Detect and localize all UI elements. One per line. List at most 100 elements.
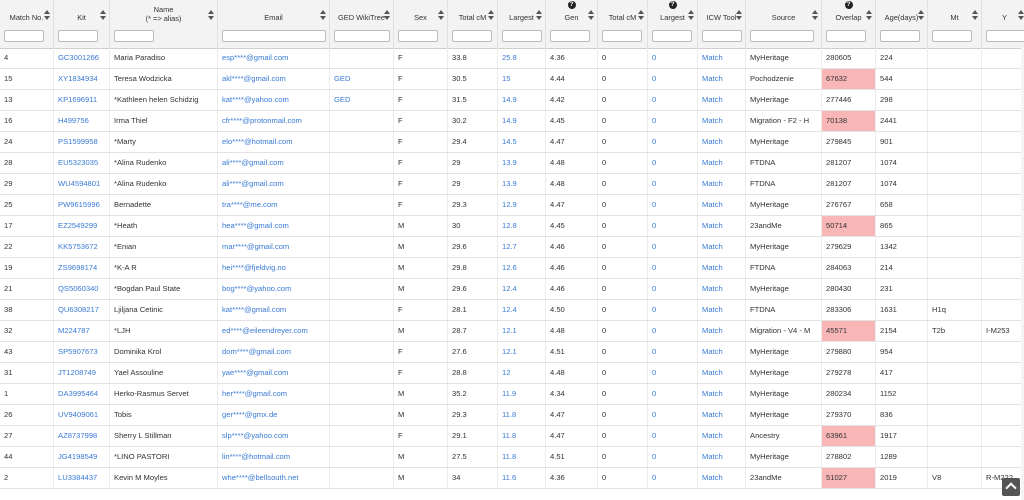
column-header-largest2[interactable]: ? Largest	[648, 0, 698, 48]
cell-largest[interactable]: 11.9	[498, 384, 546, 404]
filter-input-match-no[interactable]	[4, 30, 44, 42]
sort-icon[interactable]	[100, 10, 106, 24]
cell-email[interactable]: hea****@gmail.com	[218, 216, 330, 236]
cell-ged[interactable]: GED	[330, 90, 394, 110]
cell-kit[interactable]: M224787	[54, 321, 110, 341]
cell-kit[interactable]: WU4594801	[54, 174, 110, 194]
sort-icon[interactable]	[1018, 10, 1024, 24]
column-header-largest[interactable]: Largest	[498, 0, 546, 48]
filter-input-email[interactable]	[222, 30, 326, 42]
cell-largest2[interactable]: 0	[648, 132, 698, 152]
cell-largest2[interactable]: 0	[648, 153, 698, 173]
cell-largest2[interactable]: 0	[648, 342, 698, 362]
cell-icw[interactable]: Match	[698, 111, 746, 131]
cell-largest[interactable]: 15	[498, 69, 546, 89]
cell-kit[interactable]: KK5753672	[54, 237, 110, 257]
cell-largest2[interactable]: 0	[648, 237, 698, 257]
cell-email[interactable]: mar****@gmail.com	[218, 237, 330, 257]
cell-email[interactable]: ed****@eileendreyer.com	[218, 321, 330, 341]
cell-largest2[interactable]: 0	[648, 48, 698, 68]
cell-icw[interactable]: Match	[698, 132, 746, 152]
cell-largest2[interactable]: 0	[648, 426, 698, 446]
cell-kit[interactable]: XY1834934	[54, 69, 110, 89]
help-icon[interactable]: ?	[844, 1, 853, 9]
cell-email[interactable]: her****@gmail.com	[218, 384, 330, 404]
cell-icw[interactable]: Match	[698, 153, 746, 173]
cell-largest[interactable]: 11.8	[498, 426, 546, 446]
cell-kit[interactable]: JT1208749	[54, 363, 110, 383]
cell-email[interactable]: tra****@me.com	[218, 195, 330, 215]
table-row[interactable]: 38 QU6308217 Ljiljana Cetinic kat****@gmail…	[0, 300, 1024, 321]
cell-icw[interactable]: Match	[698, 174, 746, 194]
cell-email[interactable]: cfr****@protonmail.com	[218, 111, 330, 131]
filter-input-mt[interactable]	[932, 30, 972, 42]
cell-kit[interactable]: ZS9698174	[54, 258, 110, 278]
table-row[interactable]: 25 PW9615996 Bernadette tra****@me.com F 29.3…	[0, 195, 1024, 216]
help-icon[interactable]: ?	[668, 1, 677, 9]
cell-email[interactable]: lin****@hotmail.com	[218, 447, 330, 467]
cell-email[interactable]: kat****@yahoo.com	[218, 90, 330, 110]
cell-kit[interactable]: EU5323035	[54, 153, 110, 173]
cell-largest[interactable]: 12.6	[498, 258, 546, 278]
column-header-gen[interactable]: ? Gen	[546, 0, 598, 48]
sort-icon[interactable]	[438, 10, 444, 24]
sort-icon[interactable]	[488, 10, 494, 24]
cell-largest[interactable]: 12.8	[498, 216, 546, 236]
filter-input-largest2[interactable]	[652, 30, 692, 42]
cell-largest2[interactable]: 0	[648, 258, 698, 278]
cell-largest2[interactable]: 0	[648, 111, 698, 131]
cell-email[interactable]: ger****@gmx.de	[218, 405, 330, 425]
cell-icw[interactable]: Match	[698, 468, 746, 488]
cell-icw[interactable]: Match	[698, 300, 746, 320]
table-row[interactable]: 2 LU3384437 Kevin M Moyles whe****@bellsout…	[0, 468, 1024, 489]
column-header-y[interactable]: Y	[982, 0, 1024, 48]
cell-email[interactable]: ali****@gmail.com	[218, 153, 330, 173]
cell-icw[interactable]: Match	[698, 279, 746, 299]
cell-largest[interactable]: 11.6	[498, 468, 546, 488]
cell-largest[interactable]: 25.8	[498, 48, 546, 68]
table-row[interactable]: 24 PS1599958 *Marty elo****@hotmail.com F 29.…	[0, 132, 1024, 153]
cell-icw[interactable]: Match	[698, 48, 746, 68]
cell-kit[interactable]: GC3001266	[54, 48, 110, 68]
cell-largest2[interactable]: 0	[648, 321, 698, 341]
cell-icw[interactable]: Match	[698, 384, 746, 404]
cell-largest2[interactable]: 0	[648, 468, 698, 488]
sort-icon[interactable]	[866, 10, 872, 24]
filter-input-name[interactable]	[114, 30, 154, 42]
filter-input-y[interactable]	[986, 30, 1024, 42]
cell-email[interactable]: kat****@gmail.com	[218, 300, 330, 320]
cell-kit[interactable]: LU3384437	[54, 468, 110, 488]
cell-kit[interactable]: JG4198549	[54, 447, 110, 467]
column-header-total-cm[interactable]: Total cM	[448, 0, 498, 48]
cell-icw[interactable]: Match	[698, 405, 746, 425]
cell-kit[interactable]: SP5907673	[54, 342, 110, 362]
cell-icw[interactable]: Match	[698, 426, 746, 446]
table-row[interactable]: 43 SP5907673 Dominika Krol dom****@gmail.co…	[0, 342, 1024, 363]
cell-largest[interactable]: 11.8	[498, 405, 546, 425]
table-row[interactable]: 44 JG4198549 *LINO PASTORI lin****@hotmail.…	[0, 447, 1024, 468]
cell-kit[interactable]: DA3995464	[54, 384, 110, 404]
cell-largest2[interactable]: 0	[648, 447, 698, 467]
cell-largest2[interactable]: 0	[648, 90, 698, 110]
table-row[interactable]: 16 H499756 Irma Thiel cfr****@protonmail.co…	[0, 111, 1024, 132]
table-row[interactable]: 1 DA3995464 Herko-Rasmus Servet her****@gma…	[0, 384, 1024, 405]
cell-kit[interactable]: AZ8737998	[54, 426, 110, 446]
cell-kit[interactable]: EZ2549299	[54, 216, 110, 236]
column-header-match-no[interactable]: Match No.	[0, 0, 54, 48]
cell-icw[interactable]: Match	[698, 363, 746, 383]
column-header-mt[interactable]: Mt	[928, 0, 982, 48]
cell-kit[interactable]: PW9615996	[54, 195, 110, 215]
cell-email[interactable]: dom****@gmail.com	[218, 342, 330, 362]
column-header-kit[interactable]: Kit	[54, 0, 110, 48]
table-row[interactable]: 27 AZ8737998 Sherry L Stillman slp****@yaho…	[0, 426, 1024, 447]
cell-kit[interactable]: KP1696911	[54, 90, 110, 110]
cell-icw[interactable]: Match	[698, 342, 746, 362]
cell-email[interactable]: hei****@fjeldvig.no	[218, 258, 330, 278]
cell-largest2[interactable]: 0	[648, 363, 698, 383]
column-header-icw[interactable]: ICW Tool	[698, 0, 746, 48]
cell-icw[interactable]: Match	[698, 90, 746, 110]
filter-input-age[interactable]	[880, 30, 920, 42]
table-row[interactable]: 29 WU4594801 *Alina Rudenko ali****@gmail.c…	[0, 174, 1024, 195]
sort-icon[interactable]	[384, 10, 390, 24]
cell-icw[interactable]: Match	[698, 69, 746, 89]
